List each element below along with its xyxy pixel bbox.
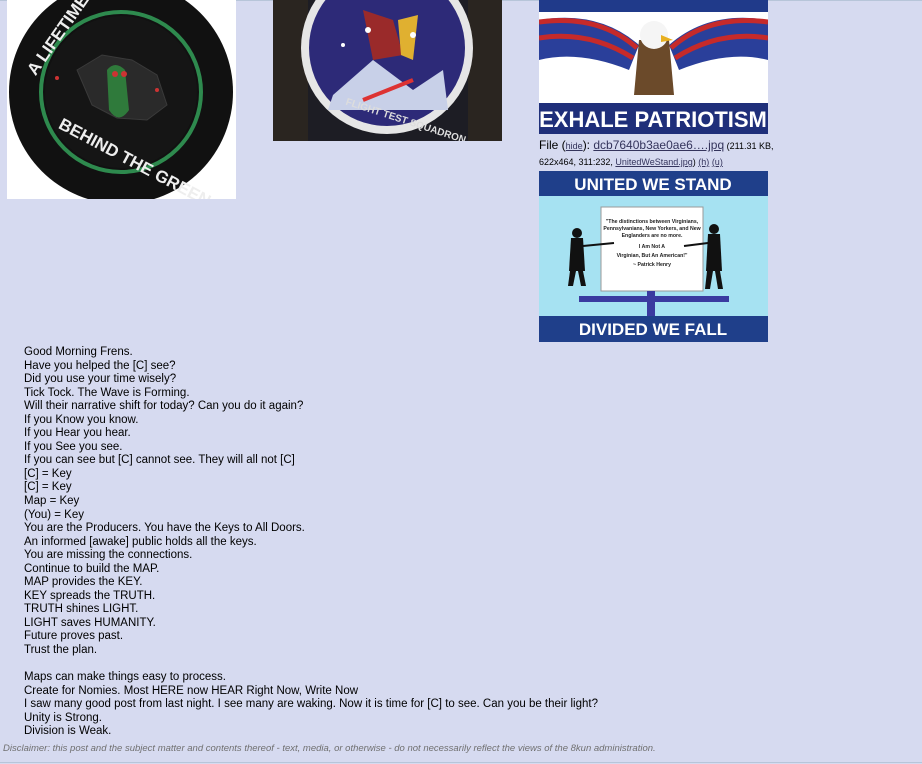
file-meta-dims: 622x464, 311:232, bbox=[539, 157, 616, 167]
post-line: Unity is Strong. bbox=[24, 711, 102, 724]
post-line: Maps can make things easy to process. bbox=[24, 671, 226, 684]
quote-line: Englanders are no more. bbox=[622, 233, 683, 239]
post-line: (You) = Key bbox=[24, 508, 84, 521]
post-image-united-we-stand[interactable]: UNITED WE STAND "The distinctions betwee… bbox=[539, 171, 768, 342]
post-line: If you See you see. bbox=[24, 440, 123, 453]
post-line: Will their narrative shift for today? Ca… bbox=[24, 400, 304, 413]
post-line: If you Hear you hear. bbox=[24, 427, 131, 440]
post-line: Have you helped the [C] see? bbox=[24, 359, 176, 372]
post-line: LIGHT saves HUMANITY. bbox=[24, 616, 156, 629]
post-line bbox=[24, 658, 904, 672]
post-image-squadron-patch[interactable]: FLIGHT TEST SQUADRON bbox=[273, 0, 502, 141]
post-line: You are the Producers. You have the Keys… bbox=[24, 522, 305, 535]
disclaimer-text: Disclaimer: this post and the subject ma… bbox=[3, 743, 656, 754]
post-line: [C] = Key bbox=[24, 467, 72, 480]
hide-image-link[interactable]: hide bbox=[566, 141, 583, 151]
post-line: If you can see but [C] cannot see. They … bbox=[24, 454, 295, 467]
post-line: Did you use your time wisely? bbox=[24, 373, 177, 386]
quote-line: I Am Not A bbox=[639, 244, 665, 250]
post-line: Map = Key bbox=[24, 495, 80, 508]
post-line: [C] = Key bbox=[24, 481, 72, 494]
file-label: File ( bbox=[539, 138, 566, 152]
post-line: Create for Nomies. Most HERE now HEAR Ri… bbox=[24, 684, 359, 697]
file-meta-size: (211.31 KB, bbox=[724, 141, 774, 151]
hash-search-link[interactable]: (h) bbox=[698, 157, 709, 167]
file-name-link[interactable]: dcb7640b3ae0ae6….jpq bbox=[593, 138, 724, 152]
post-body: Good Morning Frens. Have you helped the [… bbox=[24, 346, 904, 739]
post-line: KEY spreads the TRUTH. bbox=[24, 589, 156, 602]
post-image-exhale-patriotism[interactable]: EXHALE PATRIOTISM bbox=[539, 0, 768, 134]
post-line: I saw many good post from last night. I … bbox=[24, 698, 598, 711]
quote-line: Virginian, But An American!" bbox=[617, 253, 688, 259]
post-image-green-door-patch[interactable]: A LIFETIME OF SILENCE BEHIND THE GREEN D… bbox=[7, 0, 236, 199]
divided-caption: DIVIDED WE FALL bbox=[579, 320, 727, 339]
post-line: Tick Tock. The Wave is Forming. bbox=[24, 386, 190, 399]
post-line: If you Know you know. bbox=[24, 413, 139, 426]
file-info: File (hide): dcb7640b3ae0ae6….jpq (211.3… bbox=[539, 138, 799, 170]
quote-line: "The distinctions between Virginians, bbox=[606, 219, 699, 225]
post-line: Division is Weak. bbox=[24, 725, 112, 738]
post-line: Continue to build the MAP. bbox=[24, 562, 160, 575]
patriotism-caption: EXHALE PATRIOTISM bbox=[539, 107, 767, 132]
post-line: An informed [awake] public holds all the… bbox=[24, 535, 257, 548]
post-line: Future proves past. bbox=[24, 630, 124, 643]
bottom-border bbox=[0, 762, 922, 763]
post-line: MAP provides the KEY. bbox=[24, 576, 143, 589]
original-filename-link[interactable]: UnitedWeStand.jpg bbox=[615, 157, 692, 167]
united-caption: UNITED WE STAND bbox=[574, 175, 731, 194]
unspoiler-link[interactable]: (u) bbox=[712, 157, 723, 167]
file-sep: ): bbox=[582, 138, 594, 152]
post-line: Trust the plan. bbox=[24, 644, 98, 657]
quote-line: ~ Patrick Henry bbox=[633, 262, 671, 268]
quote-line: Pennsylvanians, New Yorkers, and New bbox=[603, 226, 701, 232]
post-line: You are missing the connections. bbox=[24, 549, 193, 562]
post-line: Good Morning Frens. bbox=[24, 346, 133, 358]
post-line: TRUTH shines LIGHT. bbox=[24, 603, 139, 616]
